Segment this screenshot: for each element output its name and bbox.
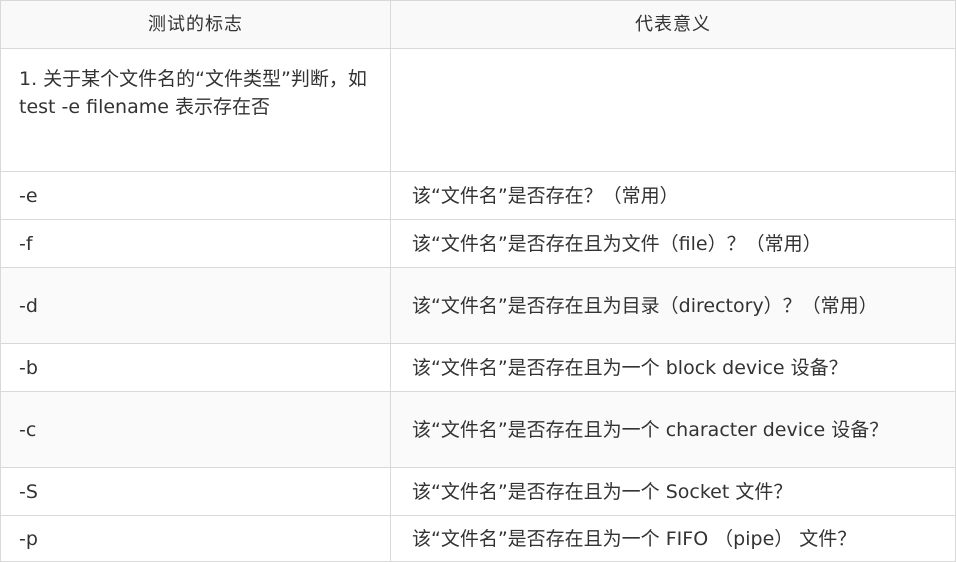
flag-cell: -b xyxy=(0,343,391,392)
meaning-cell: 该“文件名”是否存在且为一个 character device 设备？ xyxy=(390,391,956,468)
section-empty-cell xyxy=(390,48,956,172)
table-row: -f 该“文件名”是否存在且为文件（file）？（常用） xyxy=(0,219,956,268)
flag-cell: -c xyxy=(0,391,391,468)
section-title: 1. 关于某个文件名的“文件类型”判断，如 test -e filename 表… xyxy=(0,48,391,172)
table-header-row: 测试的标志 代表意义 xyxy=(0,0,956,49)
table-row: -e 该“文件名”是否存在？（常用） xyxy=(0,171,956,220)
flag-cell: -p xyxy=(0,515,391,562)
meaning-cell: 该“文件名”是否存在且为目录（directory）？（常用） xyxy=(390,267,956,344)
meaning-cell: 该“文件名”是否存在且为一个 block device 设备？ xyxy=(390,343,956,392)
test-flags-table: 测试的标志 代表意义 1. 关于某个文件名的“文件类型”判断，如 test -e… xyxy=(0,0,956,562)
meaning-cell: 该“文件名”是否存在且为一个 Socket 文件？ xyxy=(390,467,956,516)
meaning-cell: 该“文件名”是否存在且为一个 FIFO （pipe） 文件？ xyxy=(390,515,956,562)
flag-cell: -f xyxy=(0,219,391,268)
table-row: -c 该“文件名”是否存在且为一个 character device 设备？ xyxy=(0,391,956,468)
meaning-cell: 该“文件名”是否存在且为文件（file）？（常用） xyxy=(390,219,956,268)
flag-cell: -e xyxy=(0,171,391,220)
table-row: -p 该“文件名”是否存在且为一个 FIFO （pipe） 文件？ xyxy=(0,515,956,562)
flag-cell: -d xyxy=(0,267,391,344)
header-test-flag: 测试的标志 xyxy=(0,0,391,49)
meaning-cell: 该“文件名”是否存在？（常用） xyxy=(390,171,956,220)
section-row: 1. 关于某个文件名的“文件类型”判断，如 test -e filename 表… xyxy=(0,48,956,172)
table-row: -d 该“文件名”是否存在且为目录（directory）？（常用） xyxy=(0,267,956,344)
flag-cell: -S xyxy=(0,467,391,516)
table-row: -S 该“文件名”是否存在且为一个 Socket 文件？ xyxy=(0,467,956,516)
table-row: -b 该“文件名”是否存在且为一个 block device 设备？ xyxy=(0,343,956,392)
header-meaning: 代表意义 xyxy=(390,0,956,49)
